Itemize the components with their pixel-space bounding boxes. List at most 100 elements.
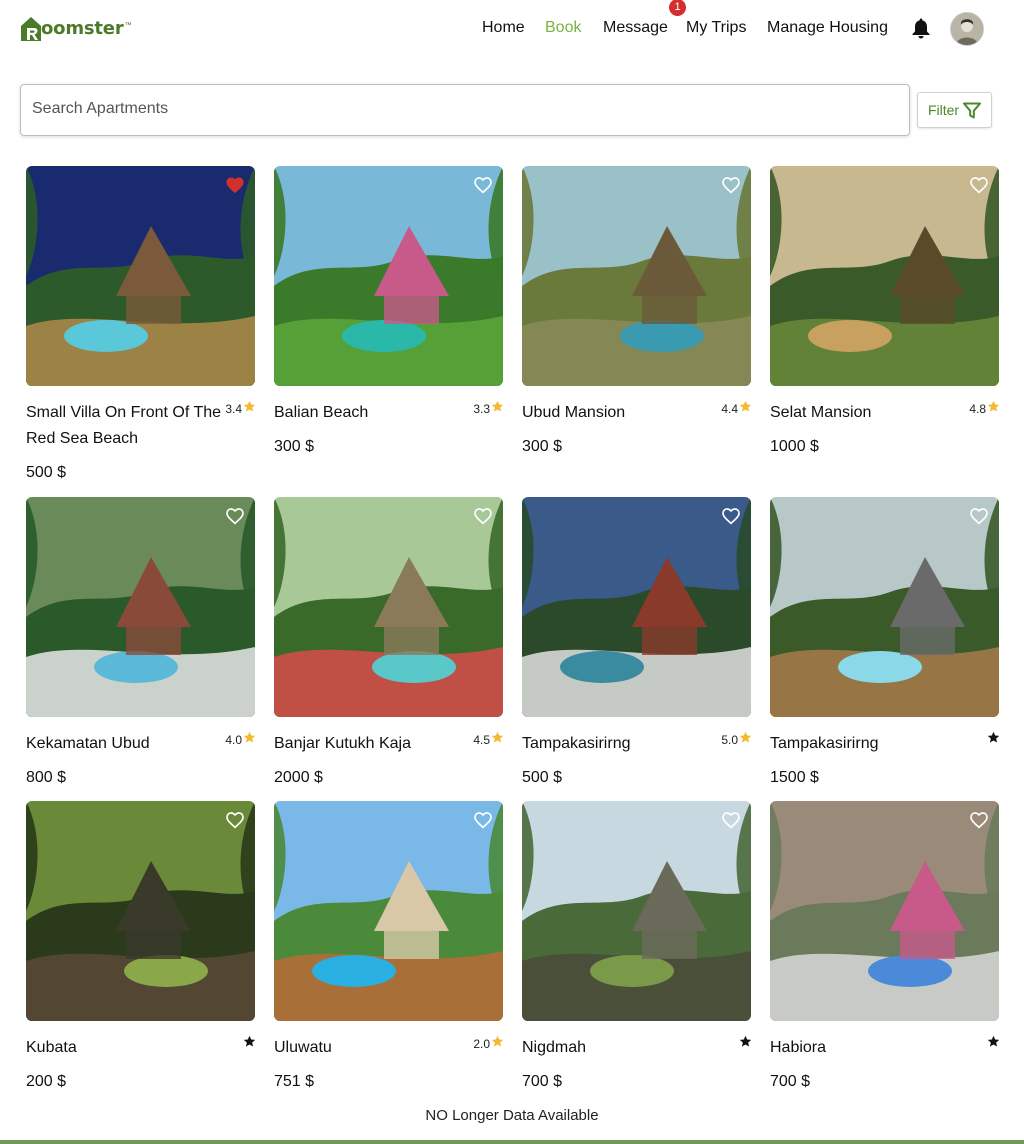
rating-value: 4.8 xyxy=(969,402,986,416)
listing-title: Selat Mansion xyxy=(770,404,872,421)
top-navbar: oomster ™ Home Book Message 1 My Trips M… xyxy=(0,0,1024,60)
listing-photo[interactable] xyxy=(26,801,255,1021)
filter-button[interactable]: Filter xyxy=(917,92,992,128)
listing-card[interactable]: Uluwatu 751 $ 2.0 xyxy=(274,801,504,1111)
listing-price: 800 $ xyxy=(26,769,67,786)
listing-rating: 3.3 xyxy=(473,400,504,416)
rating-value: 4.4 xyxy=(721,402,738,416)
listing-title: Small Villa On Front Of The Red Sea Beac… xyxy=(26,404,222,447)
listing-title: Kubata xyxy=(26,1039,77,1056)
listing-photo[interactable] xyxy=(522,497,751,717)
star-icon xyxy=(986,731,1000,747)
brand-name: oomster xyxy=(41,17,124,39)
star-icon xyxy=(490,731,504,747)
heart-outline-icon[interactable] xyxy=(969,507,989,527)
listing-price: 300 $ xyxy=(522,438,563,455)
listing-rating: 5.0 xyxy=(721,731,752,747)
rating-value: 3.4 xyxy=(225,402,242,416)
filter-label: Filter xyxy=(927,102,960,118)
bell-icon[interactable] xyxy=(911,17,931,39)
roomster-logo[interactable]: oomster ™ xyxy=(20,16,132,41)
listing-price: 1500 $ xyxy=(770,769,819,786)
rating-value: 2.0 xyxy=(473,1037,490,1051)
listing-rating: 4.4 xyxy=(721,400,752,416)
star-icon xyxy=(738,1035,752,1051)
listing-rating: 4.0 xyxy=(225,731,256,747)
listing-card[interactable]: Balian Beach 300 $ 3.3 xyxy=(274,166,504,476)
heart-outline-icon[interactable] xyxy=(969,176,989,196)
listing-price: 751 $ xyxy=(274,1073,315,1090)
heart-outline-icon[interactable] xyxy=(225,811,245,831)
listing-photo[interactable] xyxy=(274,801,503,1021)
listing-photo[interactable] xyxy=(770,801,999,1021)
nav-message[interactable]: Message xyxy=(603,19,668,37)
listing-price: 300 $ xyxy=(274,438,315,455)
listing-card[interactable]: Kubata 200 $ xyxy=(26,801,256,1111)
search-box xyxy=(20,84,910,136)
listing-price: 500 $ xyxy=(522,769,563,786)
house-logo-icon xyxy=(20,16,42,41)
listing-photo[interactable] xyxy=(770,166,999,386)
listing-rating xyxy=(242,1035,256,1051)
listing-photo[interactable] xyxy=(274,166,503,386)
star-icon xyxy=(738,731,752,747)
heart-outline-icon[interactable] xyxy=(721,811,741,831)
listing-photo[interactable] xyxy=(26,166,255,386)
user-avatar[interactable] xyxy=(950,12,984,46)
heart-outline-icon[interactable] xyxy=(969,811,989,831)
rating-value: 5.0 xyxy=(721,733,738,747)
rating-value: 3.3 xyxy=(473,402,490,416)
listing-rating: 2.0 xyxy=(473,1035,504,1051)
bottom-bar xyxy=(0,1140,1024,1144)
nav-book[interactable]: Book xyxy=(545,19,581,37)
listing-rating xyxy=(986,1035,1000,1051)
search-input[interactable] xyxy=(21,85,903,133)
listing-price: 700 $ xyxy=(770,1073,811,1090)
listing-photo[interactable] xyxy=(274,497,503,717)
listing-title: Ubud Mansion xyxy=(522,404,626,421)
listing-card[interactable]: Nigdmah 700 $ xyxy=(522,801,752,1111)
nav-my-trips[interactable]: My Trips xyxy=(686,19,746,37)
heart-filled-icon[interactable] xyxy=(225,176,245,196)
listing-card[interactable]: Tampakasirirng 500 $ 5.0 xyxy=(522,497,752,807)
star-icon xyxy=(242,400,256,416)
star-icon xyxy=(986,400,1000,416)
heart-outline-icon[interactable] xyxy=(225,507,245,527)
listing-title: Banjar Kutukh Kaja xyxy=(274,735,411,752)
listing-card[interactable]: Tampakasirirng 1500 $ xyxy=(770,497,1000,807)
star-icon xyxy=(490,400,504,416)
listing-card[interactable]: Habiora 700 $ xyxy=(770,801,1000,1111)
listing-title: Kekamatan Ubud xyxy=(26,735,150,752)
listing-photo[interactable] xyxy=(522,801,751,1021)
star-icon xyxy=(242,731,256,747)
listing-card[interactable]: Selat Mansion 1000 $ 4.8 xyxy=(770,166,1000,476)
listing-card[interactable]: Ubud Mansion 300 $ 4.4 xyxy=(522,166,752,476)
rating-value: 4.0 xyxy=(225,733,242,747)
star-icon xyxy=(986,1035,1000,1051)
listing-title: Habiora xyxy=(770,1039,827,1056)
funnel-icon xyxy=(963,102,982,118)
heart-outline-icon[interactable] xyxy=(721,176,741,196)
listing-price: 700 $ xyxy=(522,1073,563,1090)
listing-title: Uluwatu xyxy=(274,1039,332,1056)
listing-photo[interactable] xyxy=(522,166,751,386)
nav-home[interactable]: Home xyxy=(482,19,525,37)
star-icon xyxy=(490,1035,504,1051)
heart-outline-icon[interactable] xyxy=(473,507,493,527)
listing-photo[interactable] xyxy=(770,497,999,717)
heart-outline-icon[interactable] xyxy=(473,811,493,831)
listing-card[interactable]: Kekamatan Ubud 800 $ 4.0 xyxy=(26,497,256,807)
listing-rating: 3.4 xyxy=(225,400,256,416)
listing-price: 1000 $ xyxy=(770,438,819,455)
nav-manage-housing[interactable]: Manage Housing xyxy=(767,19,888,37)
heart-outline-icon[interactable] xyxy=(721,507,741,527)
listing-price: 2000 $ xyxy=(274,769,323,786)
listing-card[interactable]: Small Villa On Front Of The Red Sea Beac… xyxy=(26,166,256,481)
listing-title: Nigdmah xyxy=(522,1039,587,1056)
listing-card[interactable]: Banjar Kutukh Kaja 2000 $ 4.5 xyxy=(274,497,504,807)
heart-outline-icon[interactable] xyxy=(473,176,493,196)
listing-rating xyxy=(738,1035,752,1051)
message-badge: 1 xyxy=(669,0,686,16)
listing-photo[interactable] xyxy=(26,497,255,717)
rating-value: 4.5 xyxy=(473,733,490,747)
